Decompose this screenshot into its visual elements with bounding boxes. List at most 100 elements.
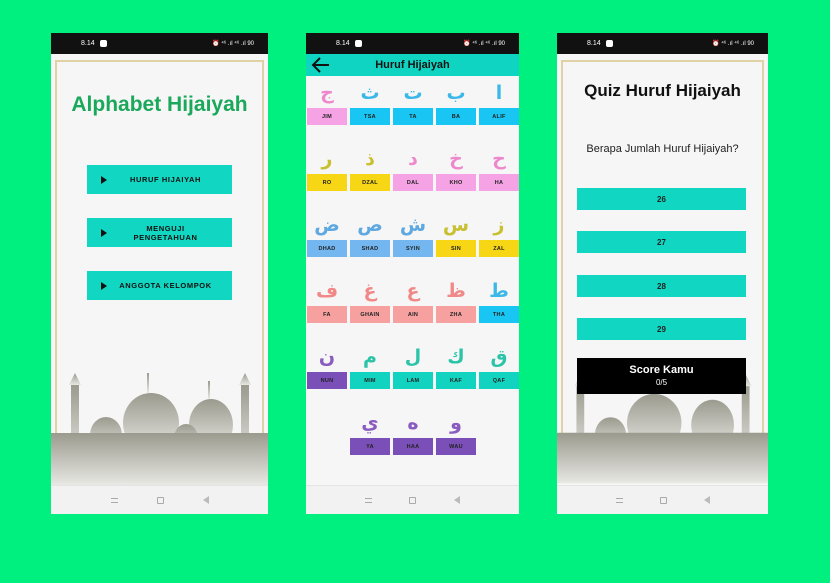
letter-card[interactable]: ز ZAL xyxy=(479,210,519,257)
letter-name-label[interactable]: KHO xyxy=(436,174,476,191)
letter-name-label[interactable]: GHAIN xyxy=(350,306,390,323)
letter-card[interactable]: ب BA xyxy=(436,78,476,125)
letter-name-label[interactable]: TA xyxy=(393,108,433,125)
letter-card[interactable]: ض DHAD xyxy=(307,210,347,257)
letter-card[interactable]: ا ALIF xyxy=(479,78,519,125)
letter-glyph: ط xyxy=(489,280,509,302)
letter-card[interactable]: ح HA xyxy=(479,144,519,191)
status-bar: 8.14 ⏰ ⁴⁶ .ıl ⁴⁶ .ıl 90 xyxy=(557,33,768,54)
letter-name-label[interactable]: RO xyxy=(307,174,347,191)
letter-glyph: ا xyxy=(495,82,503,104)
letter-card[interactable]: ق QAF xyxy=(479,342,519,389)
letter-name-label[interactable]: AIN xyxy=(393,306,433,323)
letter-name-label[interactable]: ALIF xyxy=(479,108,519,125)
letter-card[interactable]: خ KHO xyxy=(436,144,476,191)
letter-glyph: خ xyxy=(449,148,463,170)
letter-glyph: ب xyxy=(446,82,466,104)
letter-name-label[interactable]: TSA xyxy=(350,108,390,125)
status-bar: 8.14 ⏰ ⁴⁶ .ıl ⁴⁶ .ıl 90 xyxy=(51,33,268,54)
android-nav-bar xyxy=(306,485,519,514)
answer-option[interactable]: 26 xyxy=(577,188,746,210)
letter-card[interactable]: ن NUN xyxy=(307,342,347,389)
page-title: Huruf Hijaiyah xyxy=(375,59,450,71)
letter-name-label[interactable]: HAA xyxy=(393,438,433,455)
letter-card[interactable]: ظ ZHA xyxy=(436,276,476,323)
arrow-left-icon[interactable] xyxy=(311,56,331,74)
letter-name-label[interactable]: YA xyxy=(350,438,390,455)
letter-card[interactable]: ل LAM xyxy=(393,342,433,389)
button-label: HURUF HIJAIYAH xyxy=(129,175,202,184)
status-icons: ⏰ ⁴⁶ .ıl ⁴⁶ .ıl 90 xyxy=(712,41,754,47)
letter-name-label[interactable]: WAU xyxy=(436,438,476,455)
back-icon[interactable] xyxy=(202,496,209,504)
android-nav-bar xyxy=(51,485,268,514)
letter-name-label[interactable]: ZHA xyxy=(436,306,476,323)
letter-name-label[interactable]: SHAD xyxy=(350,240,390,257)
notification-icon xyxy=(99,40,107,47)
answer-option[interactable]: 28 xyxy=(577,275,746,297)
app-title: Alphabet Hijaiyah xyxy=(71,93,248,116)
home-icon[interactable] xyxy=(409,496,417,504)
huruf-hijaiyah-button[interactable]: HURUF HIJAIYAH xyxy=(87,165,232,194)
status-time: 8.14 xyxy=(336,40,350,47)
letter-glyph: ه xyxy=(407,412,419,434)
recent-apps-icon[interactable] xyxy=(615,497,623,503)
home-screen: 8.14 ⏰ ⁴⁶ .ıl ⁴⁶ .ıl 90 Alphabet Hijaiya… xyxy=(51,33,268,514)
letter-name-label[interactable]: NUN xyxy=(307,372,347,389)
back-icon[interactable] xyxy=(703,496,710,504)
letter-card[interactable]: د DAL xyxy=(393,144,433,191)
letter-card[interactable]: ط THA xyxy=(479,276,519,323)
letter-glyph: ل xyxy=(404,346,422,368)
letter-card[interactable]: س SIN xyxy=(436,210,476,257)
letter-glyph: ض xyxy=(314,214,340,236)
letter-card[interactable]: ع AIN xyxy=(393,276,433,323)
letter-name-label[interactable]: HA xyxy=(479,174,519,191)
letter-name-label[interactable]: KAF xyxy=(436,372,476,389)
letter-card[interactable]: ف FA xyxy=(307,276,347,323)
letter-glyph: ز xyxy=(493,214,505,236)
letter-card[interactable]: ص SHAD xyxy=(350,210,390,257)
home-icon[interactable] xyxy=(156,496,164,504)
home-icon[interactable] xyxy=(659,496,667,504)
score-panel: Score Kamu 0/5 xyxy=(577,358,746,394)
letter-card[interactable]: غ GHAIN xyxy=(350,276,390,323)
letter-card[interactable]: م MIM xyxy=(350,342,390,389)
recent-apps-icon[interactable] xyxy=(364,497,372,503)
letter-name-label[interactable]: DAL xyxy=(393,174,433,191)
letter-name-label[interactable]: QAF xyxy=(479,372,519,389)
letter-card[interactable]: ث TSA xyxy=(350,78,390,125)
recent-apps-icon[interactable] xyxy=(110,497,118,503)
letter-glyph: س xyxy=(442,214,470,236)
menguji-pengetahuan-button[interactable]: MENGUJI PENGETAHUAN xyxy=(87,218,232,247)
letters-header: Huruf Hijaiyah xyxy=(306,54,519,76)
answer-option[interactable]: 29 xyxy=(577,318,746,340)
letter-card[interactable]: ي YA xyxy=(350,408,390,455)
mosque-illustration xyxy=(51,373,268,485)
letter-name-label[interactable]: ZAL xyxy=(479,240,519,257)
letter-card[interactable]: ج JIM xyxy=(307,78,347,125)
letter-glyph: ي xyxy=(361,412,379,434)
letter-name-label[interactable]: SIN xyxy=(436,240,476,257)
letter-name-label[interactable]: SYIN xyxy=(393,240,433,257)
letter-card[interactable]: ك KAF xyxy=(436,342,476,389)
letter-card[interactable]: و WAU xyxy=(436,408,476,455)
letter-card[interactable]: ت TA xyxy=(393,78,433,125)
anggota-kelompok-button[interactable]: ANGGOTA KELOMPOK xyxy=(87,271,232,300)
letter-glyph: ن xyxy=(318,346,336,368)
back-icon[interactable] xyxy=(454,496,461,504)
letter-name-label[interactable]: MIM xyxy=(350,372,390,389)
letter-name-label[interactable]: LAM xyxy=(393,372,433,389)
letter-name-label[interactable]: DZAL xyxy=(350,174,390,191)
letter-name-label[interactable]: DHAD xyxy=(307,240,347,257)
letter-name-label[interactable]: BA xyxy=(436,108,476,125)
letter-card[interactable]: ر RO xyxy=(307,144,347,191)
letter-name-label[interactable]: THA xyxy=(479,306,519,323)
letter-card[interactable]: ش SYIN xyxy=(393,210,433,257)
letter-card[interactable]: ذ DZAL xyxy=(350,144,390,191)
answer-option[interactable]: 27 xyxy=(577,231,746,253)
letter-name-label[interactable]: JIM xyxy=(307,108,347,125)
letter-name-label[interactable]: FA xyxy=(307,306,347,323)
letter-glyph: ح xyxy=(492,148,506,170)
letter-card[interactable]: ه HAA xyxy=(393,408,433,455)
status-bar: 8.14 ⏰ ⁴⁶ .ıl ⁴⁶ .ıl 90 xyxy=(306,33,519,54)
